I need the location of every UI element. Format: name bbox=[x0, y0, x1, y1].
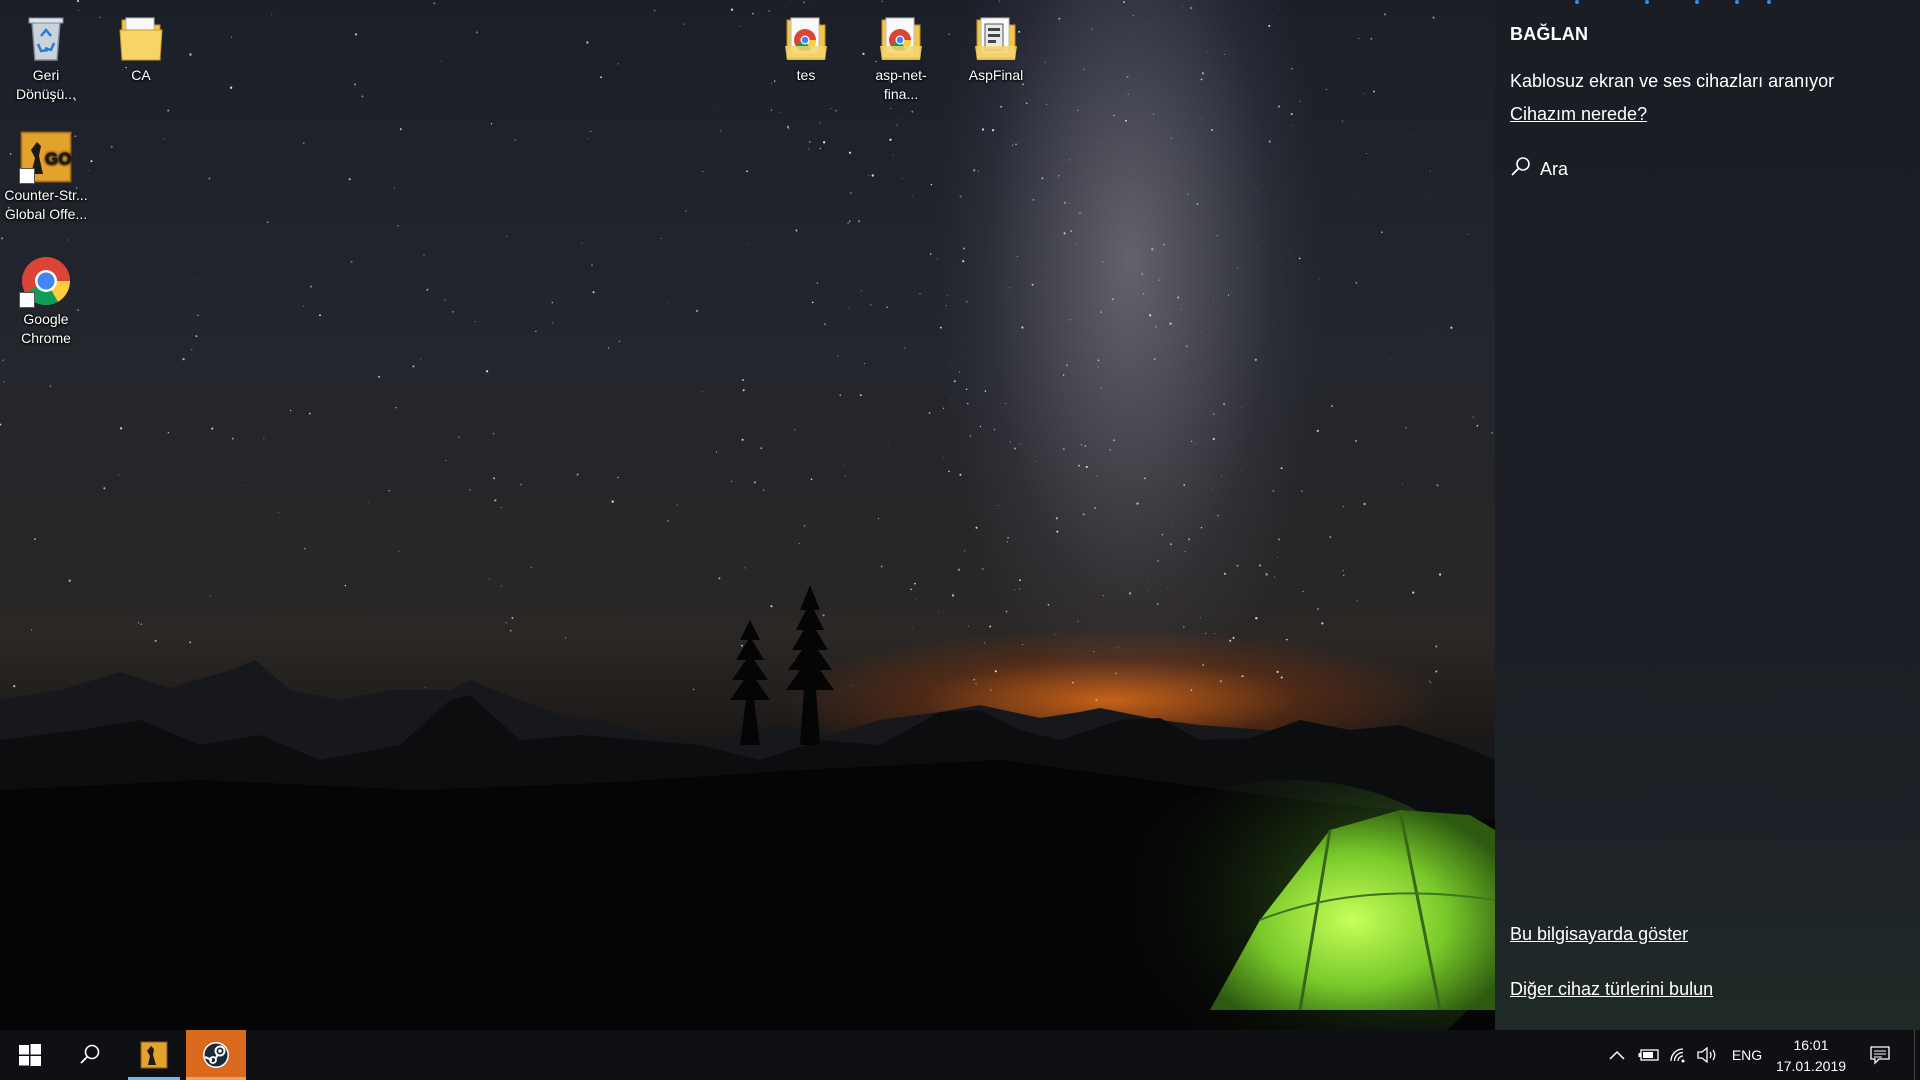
chrome-icon bbox=[19, 254, 73, 308]
desktop-icon-label: Geri Dönüşü... bbox=[16, 67, 76, 102]
folder-icon bbox=[114, 10, 168, 64]
desktop-icon-recycle-bin[interactable]: Geri Dönüşü... bbox=[4, 4, 88, 104]
desktop-icon-label: tes bbox=[796, 67, 816, 83]
landscape-silhouette bbox=[0, 585, 1495, 1030]
shortcut-arrow-icon bbox=[19, 168, 35, 184]
connect-panel: BAĞLAN Kablosuz ekran ve ses cihazları a… bbox=[1495, 0, 1920, 1030]
desktop-icon-label: CA bbox=[131, 67, 151, 83]
desktop-icon-asp-net-final[interactable]: asp-net-fina... bbox=[859, 4, 943, 104]
shortcut-arrow-icon bbox=[19, 292, 35, 308]
search-status-text: Kablosuz ekran ve ses cihazları aranıyor bbox=[1510, 71, 1835, 91]
device-search-field[interactable]: Ara bbox=[1510, 156, 1568, 183]
desktop-icon-tes[interactable]: tes bbox=[764, 4, 848, 85]
clock-date: 17.01.2019 bbox=[1775, 1058, 1847, 1074]
desktop-icon-label: Counter-Str... Global Offe... bbox=[4, 187, 88, 222]
csgo-icon: GO bbox=[19, 130, 73, 184]
clock-button[interactable]: 16:01 17.01.2019 bbox=[1770, 1035, 1852, 1077]
network-button[interactable] bbox=[1667, 1030, 1691, 1080]
desktop-icon-label: asp-net-fina... bbox=[875, 67, 927, 102]
taskbar-app-steam[interactable] bbox=[186, 1030, 246, 1080]
search-icon bbox=[1510, 156, 1532, 183]
csgo-icon bbox=[140, 1041, 168, 1069]
clock-time: 16:01 bbox=[1793, 1037, 1829, 1053]
where-is-my-device-link[interactable]: Cihazım nerede? bbox=[1510, 104, 1647, 125]
show-desktop-button[interactable] bbox=[1914, 1030, 1920, 1080]
find-other-devices-link[interactable]: Diğer cihaz türlerini bulun bbox=[1510, 979, 1713, 1000]
taskbar-app-csgo[interactable] bbox=[128, 1030, 180, 1080]
wifi-icon bbox=[1670, 1048, 1685, 1063]
action-center-button[interactable] bbox=[1862, 1030, 1898, 1080]
search-label: Ara bbox=[1540, 159, 1569, 179]
battery-icon bbox=[1638, 1049, 1659, 1061]
taskbar: ENG 16:01 17.01.2019 bbox=[0, 1030, 1920, 1080]
taskbar-search-button[interactable] bbox=[60, 1030, 120, 1080]
input-language-button[interactable]: ENG bbox=[1730, 1030, 1764, 1080]
chevron-up-icon bbox=[1609, 1050, 1625, 1060]
searching-progress-indicator bbox=[1555, 0, 1815, 6]
project-to-this-pc-link[interactable]: Bu bilgisayarda göster bbox=[1510, 924, 1688, 945]
desktop-icon-label: AspFinal bbox=[968, 67, 1024, 83]
svg-text:GO: GO bbox=[45, 149, 71, 168]
notification-icon bbox=[1870, 1046, 1890, 1065]
search-icon bbox=[80, 1044, 100, 1064]
battery-button[interactable] bbox=[1636, 1030, 1662, 1080]
desktop-icon-chrome[interactable]: Google Chrome bbox=[4, 248, 88, 348]
steam-icon bbox=[203, 1042, 229, 1068]
chrome-folder-icon bbox=[779, 10, 833, 64]
volume-button[interactable] bbox=[1695, 1030, 1721, 1080]
show-hidden-icons-button[interactable] bbox=[1605, 1030, 1629, 1080]
folder-icon bbox=[969, 10, 1023, 64]
panel-title: BAĞLAN bbox=[1510, 24, 1589, 44]
start-button[interactable] bbox=[0, 1030, 60, 1080]
chrome-folder-icon bbox=[874, 10, 928, 64]
desktop-icon-csgo[interactable]: GO Counter-Str... Global Offe... bbox=[4, 124, 88, 224]
speaker-icon bbox=[1697, 1047, 1716, 1063]
recycle-bin-icon bbox=[19, 10, 73, 64]
desktop-icon-aspfinal[interactable]: AspFinal bbox=[954, 4, 1038, 85]
desktop-icon-label: Google Chrome bbox=[21, 311, 71, 346]
windows-logo-icon bbox=[19, 1044, 41, 1066]
desktop-icon-ca-folder[interactable]: CA bbox=[99, 4, 183, 85]
